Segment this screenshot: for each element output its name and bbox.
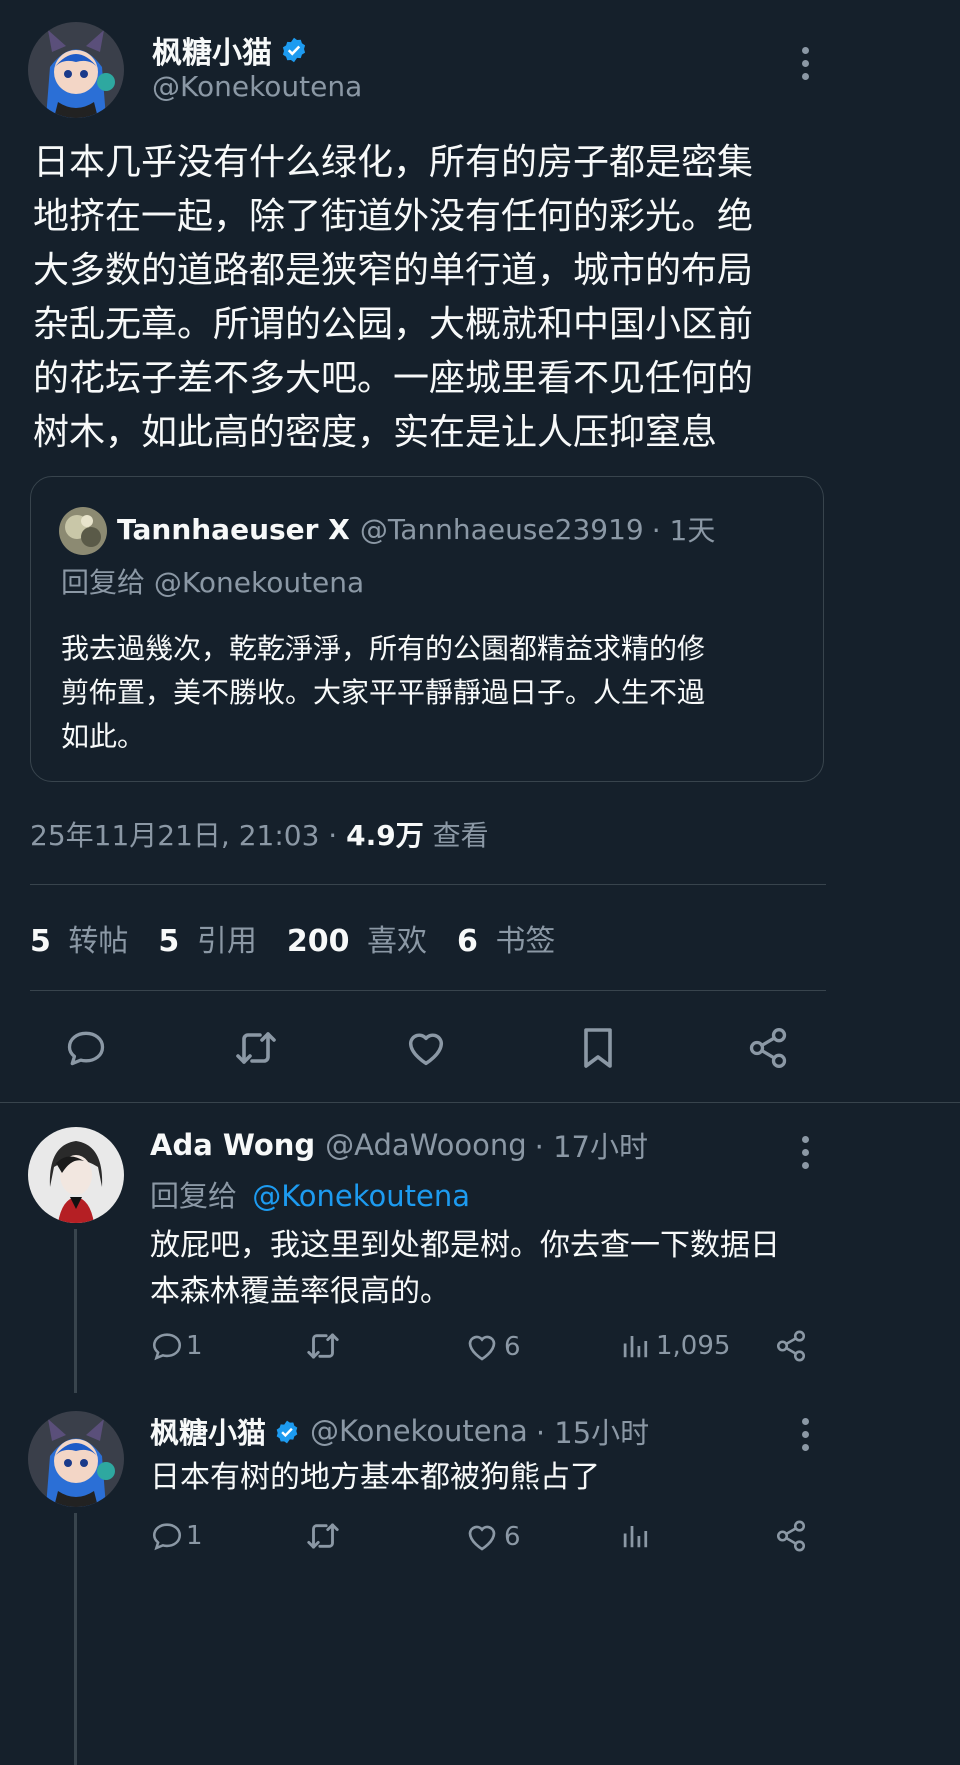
reply-count: 1 [186, 1331, 203, 1361]
reply-views-action[interactable]: 1,095 [620, 1331, 730, 1361]
like-stat[interactable]: 200 喜欢 [287, 916, 427, 960]
reply-time[interactable]: · 15小时 [536, 1410, 649, 1452]
bookmark-label: 书签 [495, 924, 556, 959]
quoted-tweet-card[interactable]: Tannhaeuser X @Tannhaeuse23919 · 1天 回复给 … [30, 476, 824, 782]
reply-icon [152, 1523, 182, 1551]
share-icon[interactable] [744, 1024, 792, 1072]
engagement-stats: 5 转帖 5 引用 200 喜欢 6 书签 [30, 916, 555, 960]
tweet-text-line: 杂乱无章。所谓的公园，大概就和中国小区前 [33, 304, 754, 345]
reply-share-action[interactable] [774, 1519, 808, 1557]
quoted-author-avatar [59, 507, 107, 555]
bookmark-icon[interactable] [574, 1022, 622, 1074]
tweet-text-line: 日本几乎没有什么绿化，所有的房子都是密集 [33, 142, 754, 183]
quote-stat[interactable]: 5 引用 [158, 916, 256, 960]
heart-icon[interactable] [402, 1024, 450, 1072]
reply-comment-action[interactable]: 1 [150, 1329, 203, 1363]
quoted-author-handle: @Tannhaeuse23919 [359, 512, 644, 546]
more-options-icon[interactable] [802, 1136, 810, 1175]
divider [30, 990, 826, 991]
quoted-text: 我去過幾次，乾乾淨淨，所有的公園都精益求精的修 剪佈置，美不勝收。大家平平靜靜過… [61, 627, 811, 759]
tweet-text-line: 地挤在一起，除了街道外没有任何的彩光。绝 [33, 196, 754, 237]
quoted-reply-to: 回复给 @Konekoutena [61, 566, 365, 599]
reply-text: 日本有树的地方基本都被狗熊占了 [150, 1455, 940, 1501]
reply-share-action[interactable] [774, 1329, 808, 1367]
reply-author-name[interactable]: 枫糖小猫 [150, 1410, 266, 1452]
reply-retweet-action[interactable] [304, 1517, 342, 1559]
reply-author-handle[interactable]: @Konekoutena [310, 1414, 528, 1448]
like-label: 喜欢 [367, 924, 428, 959]
tweet-timestamp[interactable]: 25年11月21日, 21:03 [30, 819, 319, 852]
more-options-icon[interactable] [802, 1418, 810, 1457]
tweet-text-line: 的花坛子差不多大吧。一座城里看不见任何的 [33, 358, 754, 399]
share-icon [776, 1330, 806, 1362]
author-handle[interactable]: @Konekoutena [152, 70, 362, 103]
bookmark-count: 6 [457, 924, 478, 959]
reply-to-handle[interactable]: @Konekoutena [252, 1179, 470, 1213]
quoted-text-line: 我去過幾次，乾乾淨淨，所有的公園都精益求精的修 [61, 632, 706, 665]
view-count: 4.9万 [346, 819, 424, 852]
reply-comment-action[interactable]: 1 [150, 1519, 203, 1553]
reply-text: 放屁吧，我这里到处都是树。你去查一下数据日 本森林覆盖率很高的。 [150, 1223, 940, 1315]
quote-count: 5 [158, 924, 180, 959]
analytics-icon [623, 1526, 648, 1548]
like-count: 6 [504, 1522, 521, 1552]
retweet-icon[interactable] [232, 1024, 280, 1072]
reply-text-line: 放屁吧，我这里到处都是树。你去查一下数据日 [150, 1228, 780, 1263]
quoted-author-name: Tannhaeuser X [117, 512, 350, 546]
reply-like-action[interactable]: 6 [464, 1519, 521, 1555]
like-count: 6 [504, 1332, 521, 1362]
reply-retweet-action[interactable] [304, 1327, 342, 1369]
bookmark-stat[interactable]: 6 书签 [457, 916, 555, 960]
reply-to-prefix: 回复给 [150, 1179, 238, 1213]
heart-icon [468, 1335, 496, 1361]
view-count: 1,095 [656, 1331, 731, 1361]
quoted-time: · 1天 [651, 514, 716, 547]
analytics-icon [623, 1336, 648, 1358]
tweet-meta: 25年11月21日, 21:03 · 4.9万 查看 [30, 814, 489, 854]
tweet-text-line: 树木，如此高的密度，实在是让人压抑窒息 [33, 412, 718, 453]
quoted-text-line: 剪佈置，美不勝收。大家平平靜靜過日子。人生不過 [61, 676, 706, 709]
reply-text-line: 本森林覆盖率很高的。 [150, 1274, 450, 1309]
more-options-icon[interactable] [802, 47, 810, 86]
like-count: 200 [286, 924, 350, 959]
thread-line [74, 1513, 77, 1765]
reply-item[interactable]: Ada Wong @AdaWooong · 17小时 回复给 @Konekout… [0, 1103, 960, 1393]
reply-text-line: 日本有树的地方基本都被狗熊占了 [150, 1460, 600, 1495]
view-label: 查看 [432, 819, 489, 852]
retweet-icon [307, 1523, 339, 1549]
tweet-text: 日本几乎没有什么绿化，所有的房子都是密集 地挤在一起，除了街道外没有任何的彩光。… [33, 136, 933, 460]
reply-author-name[interactable]: Ada Wong [150, 1128, 315, 1162]
verified-badge-icon [280, 36, 308, 64]
retweet-count: 5 [30, 924, 51, 959]
reply-item[interactable]: 枫糖小猫 @Konekoutena · 15小时 日本有树的地方基本都被狗熊占了… [0, 1393, 960, 1765]
reply-icon [152, 1333, 182, 1361]
quote-label: 引用 [196, 924, 257, 959]
retweet-label: 转帖 [68, 924, 129, 959]
divider [30, 884, 826, 885]
author-avatar[interactable] [28, 22, 124, 118]
reply-views-action[interactable] [620, 1521, 656, 1551]
retweet-stat[interactable]: 5 转帖 [30, 916, 128, 960]
reply-author-handle[interactable]: @AdaWooong [325, 1128, 527, 1162]
reply-icon[interactable] [62, 1024, 110, 1072]
retweet-icon [307, 1333, 339, 1359]
share-icon [776, 1520, 806, 1552]
reply-count: 1 [186, 1521, 203, 1551]
heart-icon [468, 1525, 496, 1551]
author-name[interactable]: 枫糖小猫 [152, 28, 272, 72]
thread-line [74, 1229, 77, 1393]
reply-avatar[interactable] [28, 1411, 124, 1507]
reply-avatar[interactable] [28, 1127, 124, 1223]
reply-like-action[interactable]: 6 [464, 1329, 521, 1365]
reply-time[interactable]: · 17小时 [535, 1124, 648, 1166]
tweet-text-line: 大多数的道路都是狭窄的单行道，城市的布局 [33, 250, 754, 291]
meta-separator: · [328, 819, 347, 852]
verified-badge-icon [274, 1418, 300, 1444]
quoted-text-line: 如此。 [61, 720, 146, 753]
